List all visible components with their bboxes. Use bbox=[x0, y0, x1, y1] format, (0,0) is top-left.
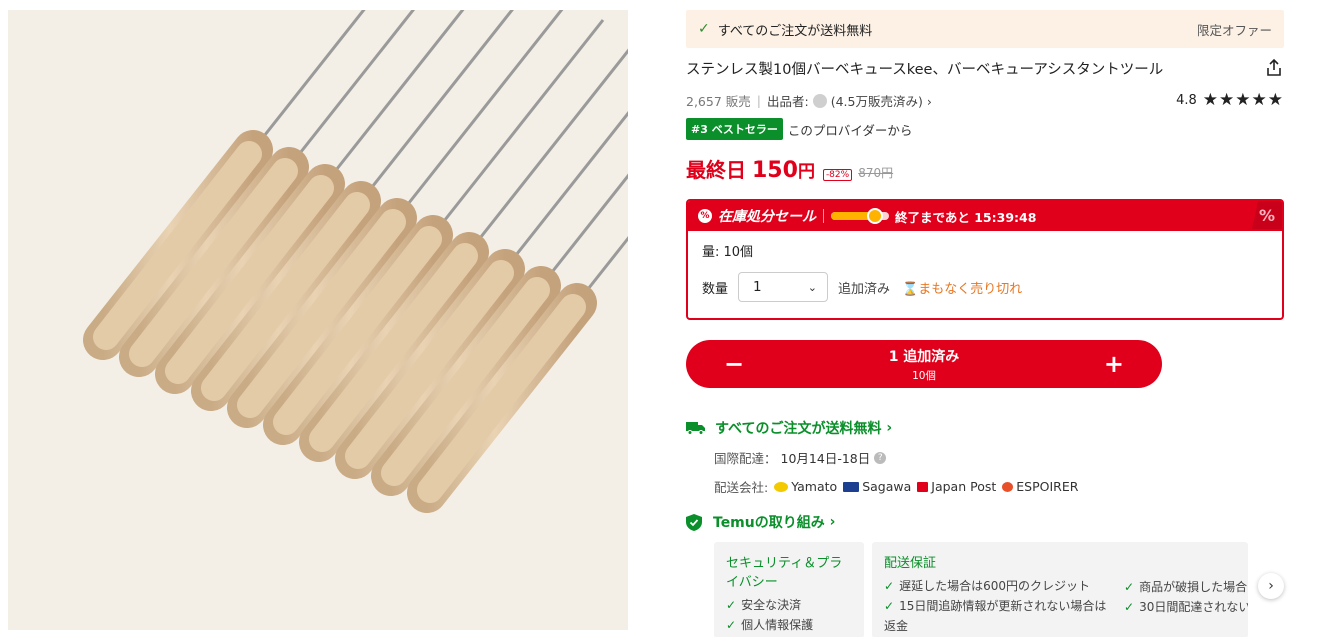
seller-link[interactable]: 出品者: (4.5万販売済み) › bbox=[767, 91, 932, 110]
check-icon: ✓ bbox=[1124, 580, 1135, 594]
shipping-link[interactable]: すべてのご注文が送料無料 › bbox=[686, 418, 1284, 438]
carrier-name: Yamato bbox=[791, 479, 838, 494]
decrease-button[interactable]: − bbox=[724, 352, 744, 376]
sold-count: 2,657 販売 bbox=[686, 93, 751, 109]
cart-sub-label: 10個 bbox=[912, 369, 936, 382]
seller-avatar bbox=[812, 93, 827, 108]
percent-icon: % bbox=[698, 209, 712, 223]
card-item: ✓30日間配達されない場 bbox=[1124, 600, 1248, 614]
cart-main-label: 1 追加済み bbox=[888, 348, 960, 365]
carrier-name: Sagawa bbox=[862, 479, 912, 494]
price-currency: 円 bbox=[797, 162, 815, 182]
rating-value: 4.8 bbox=[1176, 92, 1197, 108]
check-icon: ✓ bbox=[698, 21, 710, 37]
bestseller-text: このプロバイダーから bbox=[787, 122, 913, 138]
star-icon[interactable]: ★★★★★ bbox=[1203, 90, 1284, 110]
quantity-value: 1 bbox=[753, 279, 762, 295]
delivery-guarantee-card[interactable]: 配送保証 ✓ 遅延した場合は600円のクレジット ✓ 15日間追跡情報が更新されない… bbox=[872, 542, 1248, 637]
card-item: 返金 bbox=[884, 619, 909, 633]
add-to-cart-button[interactable]: − 1 追加済み 10個 + bbox=[686, 340, 1162, 388]
product-page: ✓ すべてのご注文が送料無料 限定オファー ステンレス製10個バーベキュースke… bbox=[0, 0, 1336, 637]
sale-countdown: 終了まであと 15:39:48 bbox=[895, 209, 1037, 225]
check-icon: ✓ bbox=[726, 598, 737, 612]
timer-progress bbox=[831, 208, 889, 224]
carrier-espoirer: ESPOIRER bbox=[1002, 479, 1078, 494]
chevron-right-icon: › bbox=[824, 514, 836, 530]
temu-commitment-link[interactable]: Temuの取り組み › bbox=[686, 512, 1284, 532]
selling-out-text: まもなく売り切れ bbox=[918, 281, 1023, 297]
check-icon: ✓ bbox=[1124, 600, 1135, 614]
chevron-down-icon: ⌄ bbox=[807, 280, 818, 294]
carriers-label: 配送会社: bbox=[714, 480, 769, 495]
sale-title: 在庫処分セール bbox=[718, 209, 816, 225]
check-icon: ✓ bbox=[884, 579, 895, 593]
carrier-name: Japan Post bbox=[931, 479, 997, 494]
percent-corner-icon: % bbox=[1252, 201, 1282, 229]
card-title: セキュリティ＆プライバシー bbox=[726, 556, 843, 590]
divider bbox=[823, 209, 824, 223]
timer-fill bbox=[831, 212, 872, 220]
increase-button[interactable]: + bbox=[1104, 352, 1124, 376]
divider: | bbox=[756, 92, 761, 108]
free-shipping-banner: ✓ すべてのご注文が送料無料 限定オファー bbox=[686, 10, 1284, 48]
clearance-sale-box: % 在庫処分セール 終了まであと 15:39:48 % 量: 10個 数量 1 … bbox=[686, 199, 1284, 320]
bestseller-badge[interactable]: #3 ベストセラー bbox=[686, 118, 783, 140]
chevron-right-icon: › bbox=[881, 420, 893, 436]
carrier-name: ESPOIRER bbox=[1016, 479, 1079, 494]
chevron-right-icon: › bbox=[1268, 578, 1274, 594]
intl-date: 10月14日-18日 bbox=[780, 451, 871, 466]
selling-out-label: ⌛まもなく売り切れ bbox=[902, 281, 1023, 297]
banner-text: すべてのご注文が送料無料 bbox=[717, 23, 873, 39]
carousel-next-button[interactable]: › bbox=[1258, 573, 1284, 599]
quantity-label: 数量 bbox=[702, 281, 729, 297]
truck-icon bbox=[686, 422, 705, 435]
card-item: ✓ 安全な決済 bbox=[726, 598, 802, 612]
shipping-head-text: すべてのご注文が送料無料 bbox=[715, 421, 882, 437]
trust-head-text: Temuの取り組み bbox=[713, 515, 825, 531]
security-card[interactable]: セキュリティ＆プライバシー ✓ 安全な決済 ✓ 個人情報保護 bbox=[714, 542, 864, 637]
card-item: ✓ 商品が破損した場合 bbox=[1124, 580, 1248, 594]
product-title: ステンレス製10個バーベキュースkee、バーベキューアシスタントツール bbox=[686, 62, 1164, 78]
discount-badge: -82% bbox=[822, 169, 853, 181]
limited-offer-label: 限定オファー bbox=[1196, 22, 1272, 38]
card-item: ✓ 15日間追跡情報が更新されない場合は bbox=[884, 599, 1107, 613]
seller-label: 出品者: bbox=[766, 93, 809, 109]
card-item: ✓ 遅延した場合は600円のクレジット bbox=[884, 579, 1090, 593]
shield-icon bbox=[686, 513, 702, 531]
clock-icon bbox=[867, 208, 883, 224]
price-value: 150 bbox=[752, 158, 798, 183]
check-icon: ✓ bbox=[726, 618, 737, 632]
check-icon: ✓ bbox=[884, 599, 895, 613]
carrier-yamato: Yamato bbox=[774, 479, 837, 494]
quantity-info: 量: 10個 bbox=[702, 245, 754, 260]
delivery-estimate: 国際配達： 10月14日-18日 ? bbox=[714, 448, 1284, 467]
carrier-japan-post: Japan Post bbox=[917, 479, 996, 494]
card-item: ✓ 個人情報保護 bbox=[726, 618, 814, 632]
carriers-row: 配送会社: Yamato Sagawa Japan Post ESPOIRER bbox=[714, 477, 1284, 496]
intl-label: 国際配達： bbox=[714, 451, 777, 466]
price-label: 最終日 bbox=[686, 158, 746, 182]
quantity-select[interactable]: 1 ⌄ bbox=[738, 272, 829, 302]
carrier-sagawa: Sagawa bbox=[843, 479, 911, 494]
skewers-illustration bbox=[8, 10, 628, 630]
product-image[interactable] bbox=[8, 10, 628, 630]
seller-sales: (4.5万販売済み) bbox=[830, 93, 923, 109]
share-icon[interactable] bbox=[1264, 58, 1284, 78]
card-title: 配送保証 bbox=[884, 556, 937, 571]
help-icon[interactable]: ? bbox=[874, 451, 887, 464]
price-row: 最終日 150 円 -82% 870円 bbox=[686, 154, 1284, 183]
original-price: 870円 bbox=[858, 166, 894, 180]
added-label: 追加済み bbox=[838, 281, 891, 297]
